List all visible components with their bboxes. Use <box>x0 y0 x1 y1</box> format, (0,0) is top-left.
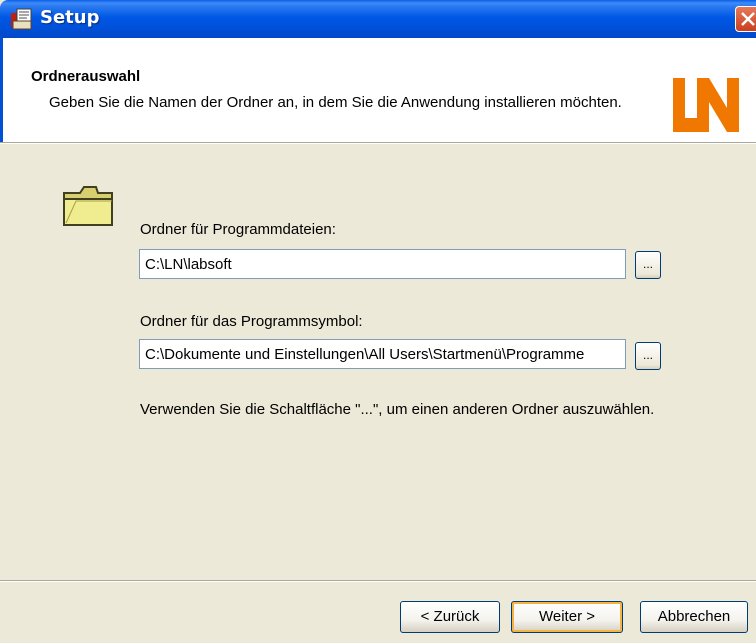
close-button[interactable] <box>735 6 756 32</box>
window-title: Setup <box>40 7 100 28</box>
footer-divider-highlight <box>0 581 756 582</box>
wizard-header: Ordnerauswahl Geben Sie die Namen der Or… <box>0 38 756 142</box>
page-description: Geben Sie die Namen der Ordner an, in de… <box>49 94 622 111</box>
program-files-input[interactable]: C:\LN\labsoft <box>139 249 626 279</box>
cancel-button[interactable]: Abbrechen <box>640 601 748 633</box>
page-title: Ordnerauswahl <box>31 68 141 85</box>
setup-app-icon <box>11 8 32 30</box>
program-symbol-input[interactable]: C:\Dokumente und Einstellungen\All Users… <box>139 339 626 369</box>
folder-icon <box>63 186 113 226</box>
browse-hint: Verwenden Sie die Schaltfläche "...", um… <box>140 401 655 418</box>
program-files-label: Ordner für Programmdateien: <box>140 221 336 238</box>
next-button[interactable]: Weiter > <box>511 601 623 633</box>
header-divider-highlight <box>0 143 756 144</box>
program-files-browse-button[interactable]: ... <box>635 251 661 279</box>
title-bar[interactable]: Setup <box>0 0 756 38</box>
program-symbol-browse-button[interactable]: ... <box>635 342 661 370</box>
program-symbol-label: Ordner für das Programmsymbol: <box>140 313 363 330</box>
close-icon <box>741 12 755 26</box>
ln-logo <box>673 78 739 132</box>
back-button[interactable]: < Zurück <box>400 601 500 633</box>
